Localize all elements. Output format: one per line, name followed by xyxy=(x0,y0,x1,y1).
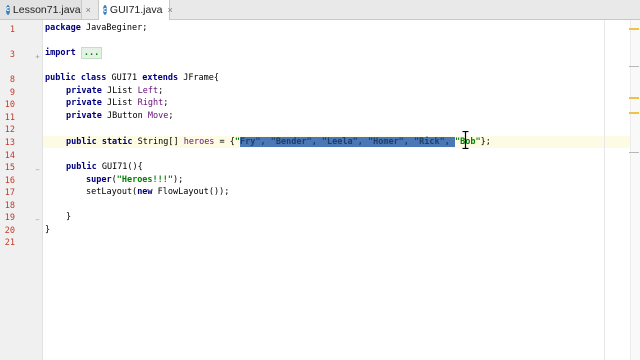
info-marker[interactable] xyxy=(629,152,639,153)
code-line-15[interactable]: public GUI71(){ xyxy=(66,161,143,173)
code-line-8[interactable]: public class GUI71 extends JFrame{ xyxy=(45,72,219,84)
close-icon[interactable]: × xyxy=(86,5,91,15)
line-number: 15 xyxy=(4,163,15,173)
line-number: 18 xyxy=(4,201,15,211)
error-stripe[interactable] xyxy=(630,20,640,360)
code-line-1[interactable]: package JavaBeginer; xyxy=(45,22,147,34)
warning-marker[interactable] xyxy=(629,112,639,114)
tab-label: Lesson71.java xyxy=(12,3,81,16)
fold-expand-icon[interactable]: + xyxy=(34,54,41,61)
code-line-3[interactable]: import ... xyxy=(45,47,103,59)
code-line-20[interactable]: } xyxy=(45,224,50,236)
code-line-10[interactable]: private JList Right; xyxy=(66,97,168,109)
line-number: 13 xyxy=(4,138,15,148)
line-number: 9 xyxy=(9,88,15,98)
java-class-icon: c xyxy=(6,4,10,15)
line-number: 10 xyxy=(4,100,15,110)
fold-collapse-icon[interactable]: − xyxy=(34,167,41,174)
line-number: 14 xyxy=(4,151,15,161)
warning-marker[interactable] xyxy=(629,28,639,30)
line-number: 17 xyxy=(4,188,15,198)
text-selection[interactable]: Fry", "Bender", "Leela", "Homer", "Rick"… xyxy=(240,137,455,147)
warning-marker[interactable] xyxy=(629,97,639,99)
line-number: 8 xyxy=(9,75,15,85)
java-class-icon: c xyxy=(103,5,107,15)
code-line-17[interactable]: setLayout(new FlowLayout()); xyxy=(86,186,229,198)
code-line-9[interactable]: private JList Left; xyxy=(66,85,163,97)
line-number: 20 xyxy=(4,226,15,236)
tab-gui71[interactable]: c GUI71.java × xyxy=(98,0,173,20)
right-margin-guide xyxy=(604,20,605,360)
line-number: 3 xyxy=(9,50,15,60)
fold-end-icon[interactable]: − xyxy=(34,217,41,224)
line-number: 21 xyxy=(4,238,15,248)
editor-tab-bar: c Lesson71.java × c GUI71.java × xyxy=(0,0,640,20)
line-number: 1 xyxy=(9,25,15,35)
line-number: 19 xyxy=(4,213,15,223)
code-line-16[interactable]: super("Heroes!!!"); xyxy=(86,174,183,186)
line-number: 11 xyxy=(4,113,15,123)
tab-lesson71[interactable]: c Lesson71.java × xyxy=(0,0,91,19)
line-number: 16 xyxy=(4,176,15,186)
code-line-11[interactable]: private JButton Move; xyxy=(66,110,174,122)
code-line-13[interactable]: public static String[] heroes = {"Fry", … xyxy=(66,136,491,148)
folded-imports[interactable]: ... xyxy=(80,47,103,59)
close-icon[interactable]: × xyxy=(167,5,172,15)
line-number: 12 xyxy=(4,125,15,135)
tab-label: GUI71.java xyxy=(109,4,163,16)
info-marker[interactable] xyxy=(629,66,639,67)
code-line-19[interactable]: } xyxy=(66,211,71,223)
line-number-gutter[interactable]: 1 3 8 9 10 11 12 13 14 15 16 17 18 19 20… xyxy=(0,20,43,360)
ibeam-cursor-icon xyxy=(462,131,469,149)
